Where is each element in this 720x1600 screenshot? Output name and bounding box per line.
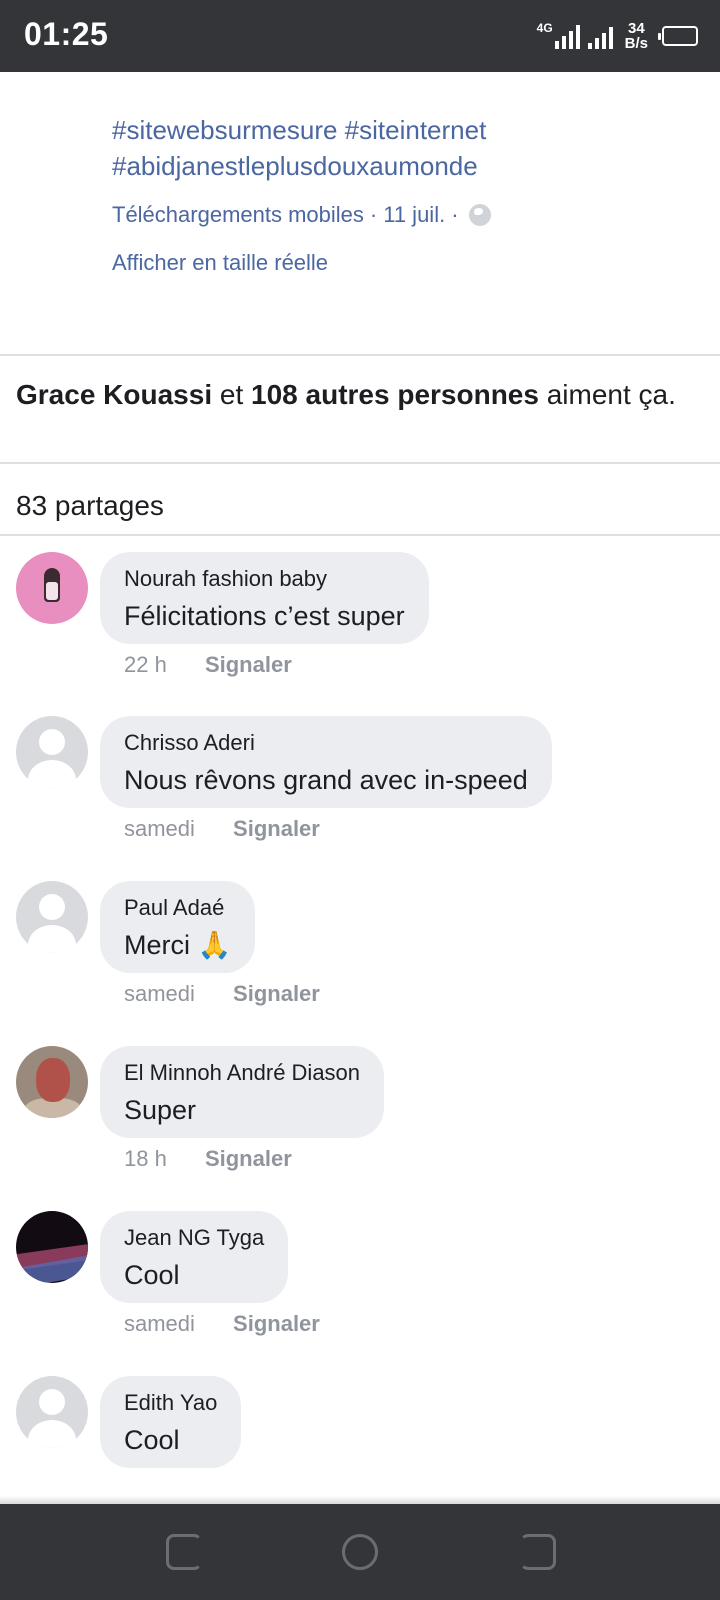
comment-actions: samedi Signaler [124, 981, 320, 1007]
reactions-suffix: aiment ça. [546, 379, 676, 410]
comment-actions: samedi Signaler [124, 816, 320, 842]
liker-name[interactable]: Grace Kouassi [16, 379, 212, 410]
shares-count[interactable]: 83 partages [16, 490, 164, 522]
hashtag-link[interactable]: #siteinternet [345, 115, 487, 145]
nav-shadow [0, 1496, 720, 1504]
network-speed: 34 B/s [625, 21, 648, 51]
recent-apps-icon[interactable] [166, 1534, 202, 1570]
comment-bubble[interactable]: Nourah fashion baby Félicitations c’est … [100, 552, 429, 644]
comment-actions: 22 h Signaler [124, 652, 292, 678]
post-hashtags: #sitewebsurmesure #siteinternet #abidjan… [112, 112, 702, 184]
comment-author[interactable]: Chrisso Aderi [124, 730, 528, 756]
comment-bubble[interactable]: El Minnoh André Diason Super [100, 1046, 385, 1138]
comment-author[interactable]: El Minnoh André Diason [124, 1060, 360, 1086]
signal-icon [554, 23, 580, 49]
report-button[interactable]: Signaler [205, 1146, 292, 1172]
meta-separator: · [369, 202, 378, 227]
comment-text: Super [124, 1095, 197, 1125]
comment-text: Félicitations c’est super [124, 601, 405, 631]
comment-author[interactable]: Edith Yao [124, 1390, 217, 1416]
avatar[interactable] [16, 716, 88, 788]
comment-time[interactable]: 22 h [124, 652, 167, 678]
comment-text: Nous rêvons grand avec in-speed [124, 765, 528, 795]
comment-time[interactable]: samedi [124, 1311, 195, 1337]
other-likers[interactable]: 108 autres personnes [251, 379, 539, 410]
avatar[interactable] [16, 1211, 88, 1283]
system-nav-bar [0, 1504, 720, 1600]
comment-actions: samedi Signaler [124, 1311, 320, 1337]
post-meta: #sitewebsurmesure #siteinternet #abidjan… [112, 112, 702, 276]
comment-time[interactable]: 18 h [124, 1146, 167, 1172]
avatar[interactable] [16, 1376, 88, 1448]
comment-bubble[interactable]: Chrisso Aderi Nous rêvons grand avec in-… [100, 716, 552, 808]
status-indicators: 4G 34 B/s 61 [537, 18, 698, 54]
comment-bubble[interactable]: Edith Yao Cool [100, 1376, 242, 1468]
comment-actions: 18 h Signaler [124, 1146, 292, 1172]
signal-2-icon [587, 23, 613, 49]
reactions-connector: et [219, 379, 244, 410]
network-speed-value: 34 [627, 20, 645, 37]
divider [0, 462, 720, 464]
hashtag-link[interactable]: #abidjanestleplusdouxaumonde [112, 151, 478, 181]
comment-bubble[interactable]: Jean NG Tyga Cool [100, 1211, 289, 1303]
network-type-label: 4G [536, 21, 553, 35]
post-date[interactable]: 11 juil. [383, 202, 445, 228]
comment-time[interactable]: samedi [124, 981, 195, 1007]
back-icon[interactable] [520, 1534, 556, 1570]
report-button[interactable]: Signaler [233, 1311, 320, 1337]
comment-text: Cool [124, 1260, 180, 1290]
comment-author[interactable]: Jean NG Tyga [124, 1225, 264, 1251]
comment-author[interactable]: Nourah fashion baby [124, 566, 405, 592]
divider [0, 534, 720, 536]
divider [0, 354, 720, 356]
network-speed-unit: B/s [624, 35, 648, 52]
comment-text: Merci 🙏 [124, 930, 232, 960]
battery-percent: 61 [672, 28, 688, 44]
post-info-line: Téléchargements mobiles · 11 juil. · [112, 202, 702, 228]
comment-text: Cool [124, 1425, 180, 1455]
home-icon[interactable] [342, 1534, 378, 1570]
comment-author[interactable]: Paul Adaé [124, 895, 231, 921]
battery-icon: 61 [658, 26, 698, 46]
avatar[interactable] [16, 881, 88, 953]
view-full-size-link[interactable]: Afficher en taille réelle [112, 250, 328, 276]
meta-separator: · [451, 202, 459, 227]
comment-bubble[interactable]: Paul Adaé Merci 🙏 [100, 881, 256, 973]
status-time: 01:25 [24, 16, 109, 52]
globe-icon [468, 204, 491, 226]
hashtag-link[interactable]: #sitewebsurmesure [112, 115, 337, 145]
status-bar: 01:25 4G 34 B/s 61 [0, 0, 720, 72]
comment-time[interactable]: samedi [124, 816, 195, 842]
album-source-link[interactable]: Téléchargements mobiles [112, 202, 364, 228]
report-button[interactable]: Signaler [205, 652, 292, 678]
report-button[interactable]: Signaler [233, 981, 320, 1007]
report-button[interactable]: Signaler [233, 816, 320, 842]
reactions-summary[interactable]: Grace Kouassi et 108 autres personnes ai… [16, 376, 706, 414]
avatar[interactable] [16, 552, 88, 624]
avatar[interactable] [16, 1046, 88, 1118]
